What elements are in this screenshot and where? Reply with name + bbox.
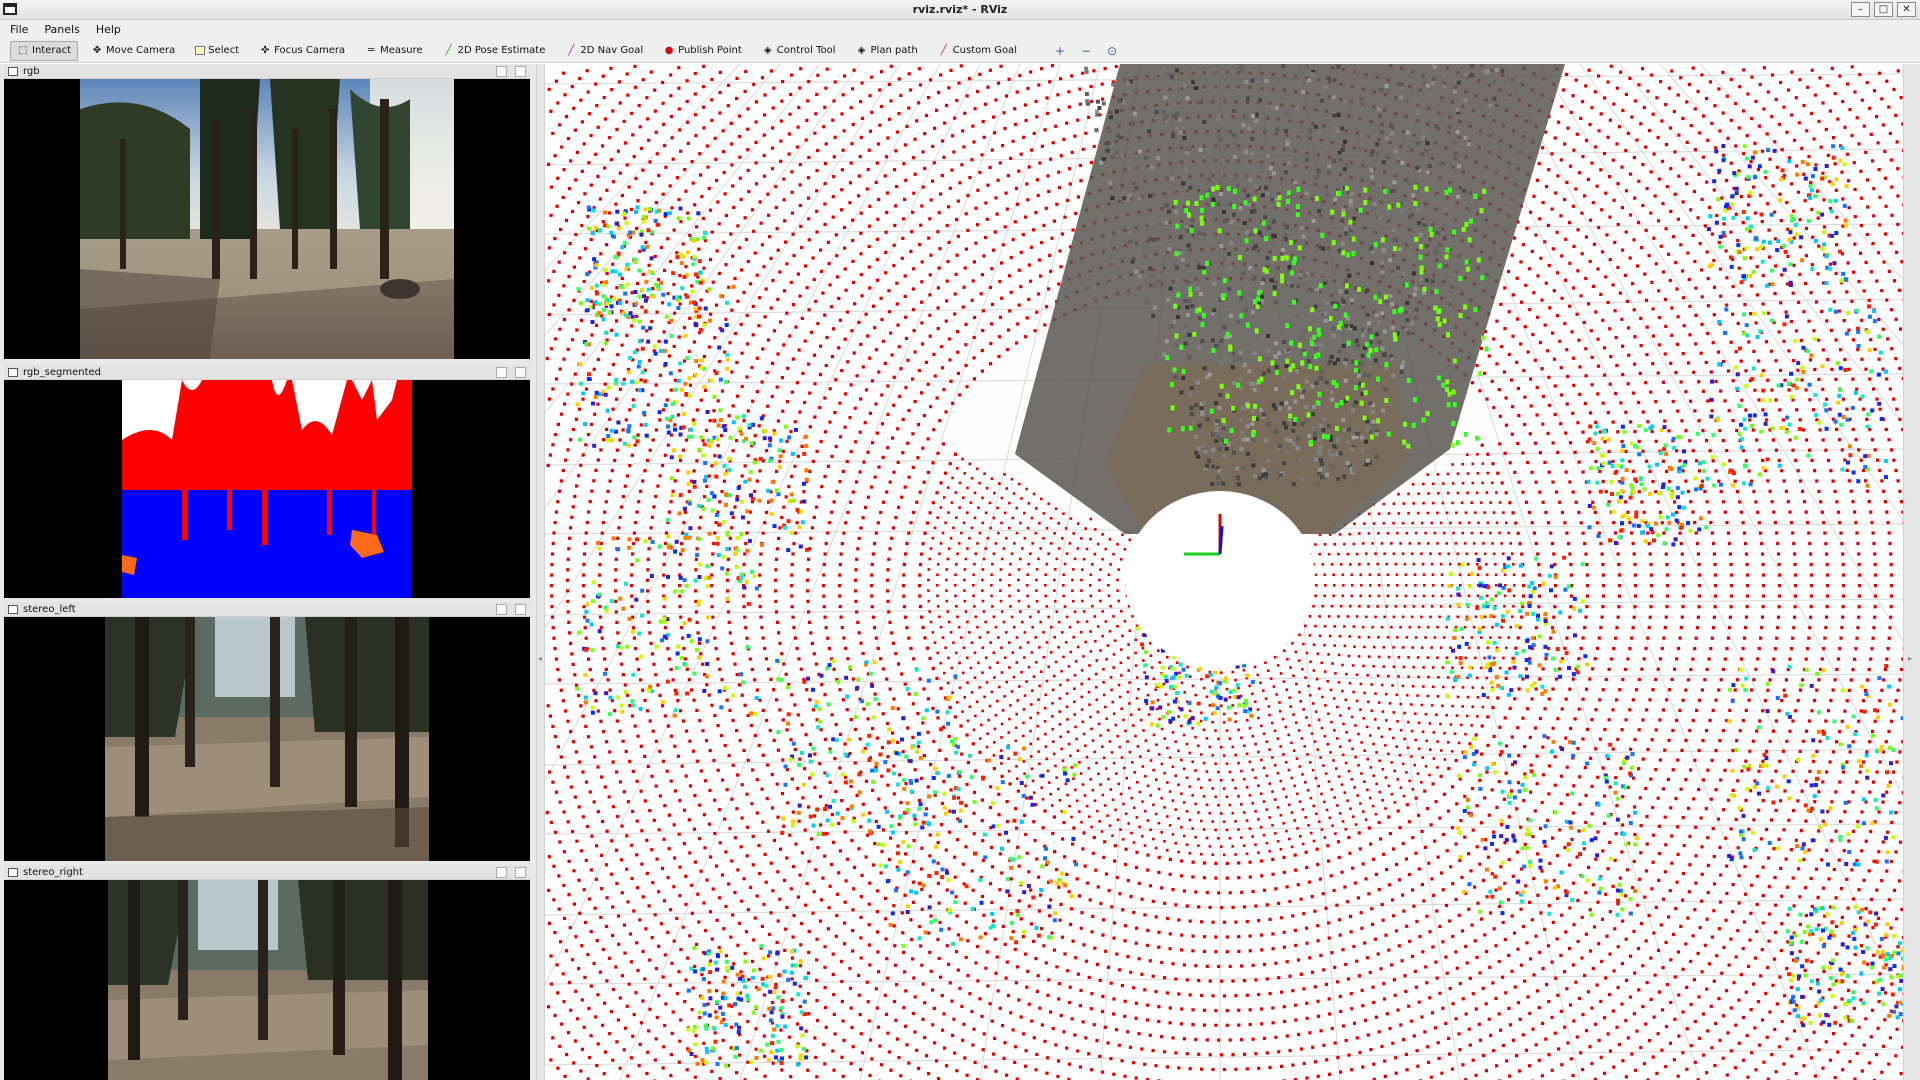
focus-camera-icon: ✜	[260, 44, 270, 56]
tool-label: Move Camera	[106, 45, 176, 56]
robot-origin	[1125, 491, 1315, 667]
menu-file[interactable]: File	[8, 22, 30, 37]
panel-stereo-right: stereo_right	[4, 865, 530, 1080]
pose-estimate-icon: ╱	[445, 44, 452, 56]
panel-header: stereo_right	[4, 865, 530, 880]
panel-rgb-segmented: rgb_segmented	[4, 365, 530, 598]
rgb-image	[80, 79, 454, 359]
image-panel-icon	[8, 605, 18, 614]
menu-help[interactable]: Help	[94, 22, 123, 37]
tool-label: Select	[208, 45, 240, 56]
tool-select[interactable]: Select	[188, 41, 246, 61]
3d-render-viewport[interactable]	[545, 64, 1903, 1080]
tool-label: Publish Point	[678, 45, 742, 56]
tool-label: Measure	[380, 45, 423, 56]
tool-label: Interact	[32, 45, 72, 56]
close-panel-button[interactable]	[515, 66, 526, 77]
tool-label: 2D Pose Estimate	[457, 45, 546, 56]
panel-header: rgb	[4, 64, 530, 79]
custom-goal-icon: ╱	[940, 44, 947, 56]
panel-title: rgb	[23, 66, 40, 77]
tool-2d-nav-goal[interactable]: ╱ 2D Nav Goal	[558, 41, 650, 61]
window-titlebar: rviz.rviz* - RViz – □ ✕	[0, 0, 1920, 20]
window-title: rviz.rviz* - RViz	[912, 3, 1008, 16]
interact-icon: ⬚	[18, 44, 28, 56]
nav-goal-icon: ╱	[568, 44, 575, 56]
segmented-image	[122, 380, 412, 598]
tool-bar: ⬚ Interact ✥ Move Camera Select ✜ Focus …	[0, 39, 1920, 63]
plan-path-icon: ◈	[857, 44, 866, 56]
tool-publish-point[interactable]: ● Publish Point	[656, 41, 749, 61]
move-camera-icon: ✥	[92, 44, 102, 56]
float-panel-button[interactable]	[496, 66, 507, 77]
close-panel-button[interactable]	[515, 604, 526, 615]
panel-splitter[interactable]: ◂	[536, 64, 545, 1080]
publish-point-icon: ●	[664, 44, 674, 56]
rgb-image-view[interactable]	[4, 79, 530, 359]
tool-focus-camera[interactable]: ✜ Focus Camera	[252, 41, 352, 61]
panel-title: stereo_left	[23, 604, 76, 615]
zoom-reset-icon[interactable]: ⊙	[1102, 42, 1122, 60]
tool-label: Plan path	[870, 45, 918, 56]
menu-bar: File Panels Help	[0, 20, 1920, 39]
close-button[interactable]: ✕	[1897, 2, 1916, 17]
window-controls: – □ ✕	[1851, 2, 1916, 17]
stereo-left-image-view[interactable]	[4, 617, 530, 861]
tool-interact[interactable]: ⬚ Interact	[10, 40, 79, 61]
close-panel-button[interactable]	[515, 867, 526, 878]
collapse-left-icon[interactable]: ◂	[538, 654, 542, 663]
maximize-button[interactable]: □	[1874, 2, 1893, 17]
tool-label: Focus Camera	[274, 45, 346, 56]
panel-header: stereo_left	[4, 602, 530, 617]
tool-label: Control Tool	[776, 45, 836, 56]
panel-title: stereo_right	[23, 867, 83, 878]
point-cloud-scene	[545, 64, 1903, 1080]
panel-header: rgb_segmented	[4, 365, 530, 380]
panel-title: rgb_segmented	[23, 367, 101, 378]
stereo-left-image	[105, 617, 429, 861]
tool-label: 2D Nav Goal	[580, 45, 644, 56]
image-panel-icon	[8, 368, 18, 377]
control-tool-icon: ◈	[763, 44, 772, 56]
float-panel-button[interactable]	[496, 604, 507, 615]
tool-custom-goal[interactable]: ╱ Custom Goal	[931, 41, 1024, 61]
image-panel-icon	[8, 868, 18, 877]
minimize-button[interactable]: –	[1851, 2, 1870, 17]
panel-stereo-left: stereo_left	[4, 602, 530, 861]
stereo-right-image	[108, 880, 428, 1080]
tool-plan-path[interactable]: ◈ Plan path	[849, 41, 925, 61]
panel-rgb: rgb	[4, 64, 530, 359]
float-panel-button[interactable]	[496, 367, 507, 378]
collapse-right-icon[interactable]: ▸	[1908, 654, 1912, 663]
zoom-out-icon[interactable]: −	[1076, 42, 1096, 60]
image-panels-dock: rgb rgb_segmented stereo_left stereo_rig…	[0, 64, 536, 1080]
image-panel-icon	[8, 67, 18, 76]
select-icon	[195, 46, 206, 55]
tool-label: Custom Goal	[952, 45, 1017, 56]
tool-control-tool[interactable]: ◈ Control Tool	[755, 41, 843, 61]
float-panel-button[interactable]	[496, 867, 507, 878]
tool-move-camera[interactable]: ✥ Move Camera	[84, 41, 182, 61]
close-panel-button[interactable]	[515, 367, 526, 378]
stereo-right-image-view[interactable]	[4, 880, 530, 1080]
zoom-in-icon[interactable]: +	[1050, 42, 1070, 60]
tool-2d-pose-estimate[interactable]: ╱ 2D Pose Estimate	[436, 41, 553, 61]
measure-icon: ═	[368, 44, 375, 56]
rgb-segmented-image-view[interactable]	[4, 380, 530, 598]
right-dock-edge[interactable]: ▸	[1903, 64, 1920, 1080]
tool-measure[interactable]: ═ Measure	[358, 41, 430, 61]
menu-panels[interactable]: Panels	[42, 22, 81, 37]
